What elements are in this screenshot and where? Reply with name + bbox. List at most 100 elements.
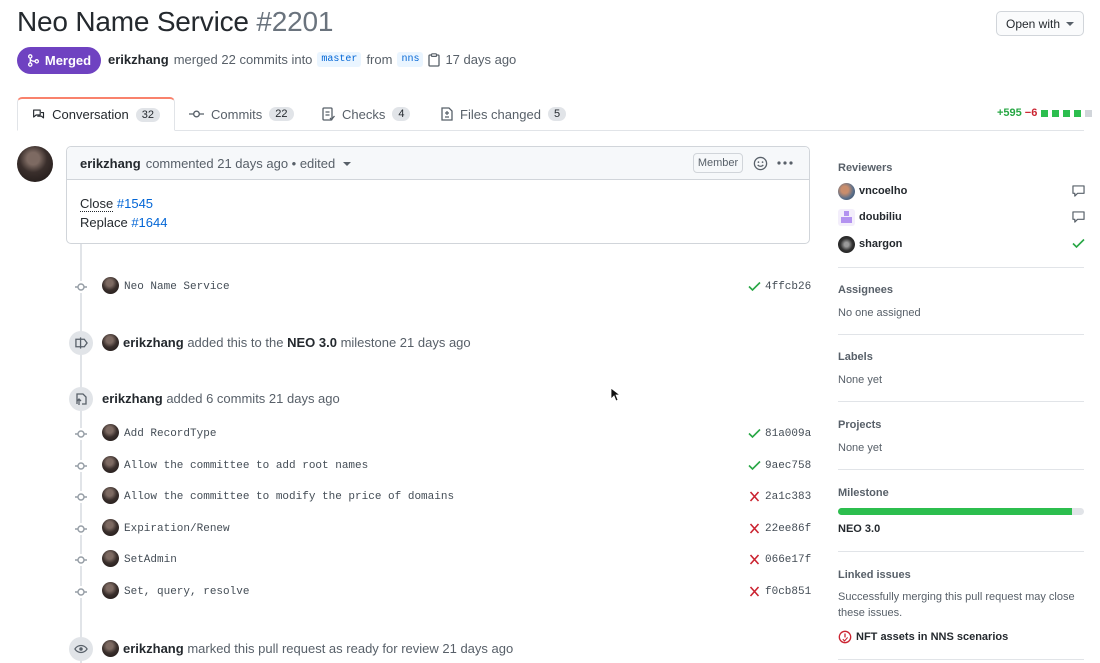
tab-files-changed-count: 5 [547, 107, 567, 121]
tab-files-changed-label: Files changed [460, 106, 541, 122]
assignees-value: No one assigned [838, 307, 921, 319]
issue-closed-icon [838, 630, 852, 644]
identicon-icon [841, 211, 852, 223]
event-actor-avatar[interactable] [102, 334, 119, 351]
reviewer-name[interactable]: vncoelho [859, 185, 907, 197]
commit-sha-link[interactable]: 81a009a [765, 428, 811, 440]
issue-link-1545[interactable]: #1545 [117, 196, 153, 211]
commit-sha-link[interactable]: 22ee86f [765, 523, 811, 535]
x-icon[interactable] [748, 554, 761, 565]
commit-author-avatar[interactable] [102, 487, 119, 504]
commit-node-icon [75, 491, 87, 503]
kebab-menu-icon[interactable] [777, 161, 793, 165]
merge-author-link[interactable]: erikzhang [108, 52, 169, 67]
check-icon[interactable] [748, 460, 761, 471]
base-branch[interactable]: master [317, 52, 362, 67]
reviewer-avatar[interactable] [838, 183, 855, 200]
author-avatar[interactable] [17, 146, 53, 182]
ready-event-verb: marked this pull request as ready for re… [187, 641, 514, 656]
tab-files-changed[interactable]: Files changed 5 [427, 97, 580, 131]
diffstat-additions: +595 [997, 107, 1022, 119]
linked-issues-heading: Linked issues [838, 569, 911, 581]
commit-author-avatar[interactable] [102, 519, 119, 536]
commit-message[interactable]: Add RecordType [124, 428, 216, 440]
edited-caret-icon[interactable] [343, 161, 352, 166]
tab-commits[interactable]: Commits 22 [175, 97, 308, 131]
commit-author-avatar[interactable] [102, 550, 119, 567]
reviewer-name[interactable]: shargon [859, 238, 902, 250]
milestone-heading[interactable]: Milestone [838, 487, 889, 499]
comment-icon [1072, 185, 1085, 197]
commit-sha-link[interactable]: 9aec758 [765, 460, 811, 472]
commit-sha-link[interactable]: f0cb851 [765, 586, 811, 598]
check-icon[interactable] [748, 281, 761, 292]
member-badge: Member [693, 153, 743, 173]
open-with-button[interactable]: Open with [996, 11, 1084, 36]
commit-message[interactable]: Allow the committee to modify the price … [124, 491, 454, 503]
reviewers-heading[interactable]: Reviewers [838, 162, 892, 174]
reviewer-avatar[interactable] [838, 209, 855, 226]
ready-event-text: erikzhang marked this pull request as re… [123, 641, 513, 656]
comment-author-link[interactable]: erikzhang [80, 156, 141, 171]
milestone-actor-link[interactable]: erikzhang [123, 335, 184, 350]
push-event-badge [69, 387, 93, 411]
commit-author-avatar[interactable] [102, 456, 119, 473]
merged-status-badge: Merged [17, 47, 101, 74]
merge-age: 17 days ago [445, 52, 517, 67]
commit-sha-link[interactable]: 066e17f [765, 554, 811, 566]
commit-author-avatar[interactable] [102, 277, 119, 294]
x-icon[interactable] [748, 491, 761, 502]
linked-issues-desc-2: these issues. [838, 607, 903, 619]
check-icon[interactable] [748, 428, 761, 439]
commit-message[interactable]: Neo Name Service [124, 281, 230, 293]
issue-link-1644[interactable]: #1644 [131, 215, 167, 230]
commit-author-avatar[interactable] [102, 582, 119, 599]
timeline-line [80, 244, 82, 663]
projects-value: None yet [838, 442, 883, 454]
linked-issue-link[interactable]: NFT assets in NNS scenarios [856, 631, 1008, 643]
milestone-icon [74, 337, 88, 349]
commit-message[interactable]: Allow the committee to add root names [124, 460, 368, 472]
milestone-event-verb: added this to the [187, 335, 284, 350]
tab-conversation[interactable]: Conversation 32 [17, 97, 175, 131]
git-commit-icon [189, 110, 204, 118]
commit-message[interactable]: Set, query, resolve [124, 586, 249, 598]
commit-node-icon [75, 554, 87, 566]
merge-summary: erikzhang merged 22 commits into master … [108, 52, 516, 67]
reviewer-name[interactable]: doubiliu [859, 211, 902, 223]
comment-meta-text[interactable]: commented 21 days ago • edited [146, 156, 336, 171]
replace-keyword: Replace [80, 215, 128, 230]
commit-message[interactable]: SetAdmin [124, 554, 177, 566]
commits-event-text: erikzhang added 6 commits 21 days ago [102, 391, 340, 406]
projects-heading[interactable]: Projects [838, 419, 881, 431]
milestone-name-link[interactable]: NEO 3.0 [838, 523, 880, 535]
tab-checks[interactable]: Checks 4 [308, 97, 424, 131]
labels-value: None yet [838, 374, 883, 386]
sidebar-divider [838, 334, 1084, 335]
pr-title-text: Neo Name Service [17, 6, 249, 37]
diffstat-box [1063, 109, 1071, 117]
linked-issues-desc-1: Successfully merging this pull request m… [838, 591, 1075, 603]
milestone-link[interactable]: NEO 3.0 [287, 335, 337, 350]
commits-actor-link[interactable]: erikzhang [102, 391, 163, 406]
event-actor-avatar[interactable] [102, 640, 119, 657]
commit-node-icon [75, 586, 87, 598]
commit-sha-link[interactable]: 2a1c383 [765, 491, 811, 503]
comment-discussion-icon [33, 108, 45, 118]
sidebar-divider [838, 401, 1084, 402]
emoji-reaction-icon[interactable] [753, 156, 768, 171]
reviewer-avatar[interactable] [838, 236, 855, 253]
ready-actor-link[interactable]: erikzhang [123, 641, 184, 656]
milestone-progress-bar [838, 508, 1084, 515]
x-icon[interactable] [748, 586, 761, 597]
from-text: from [366, 52, 393, 67]
clipboard-icon[interactable] [428, 52, 441, 67]
commit-message[interactable]: Expiration/Renew [124, 523, 230, 535]
commit-sha-link[interactable]: 4ffcb26 [765, 281, 811, 293]
labels-heading[interactable]: Labels [838, 351, 873, 363]
commit-author-avatar[interactable] [102, 424, 119, 441]
assignees-heading[interactable]: Assignees [838, 284, 893, 296]
x-icon[interactable] [748, 523, 761, 534]
sidebar-divider [838, 267, 1084, 268]
head-branch[interactable]: nns [397, 52, 424, 67]
